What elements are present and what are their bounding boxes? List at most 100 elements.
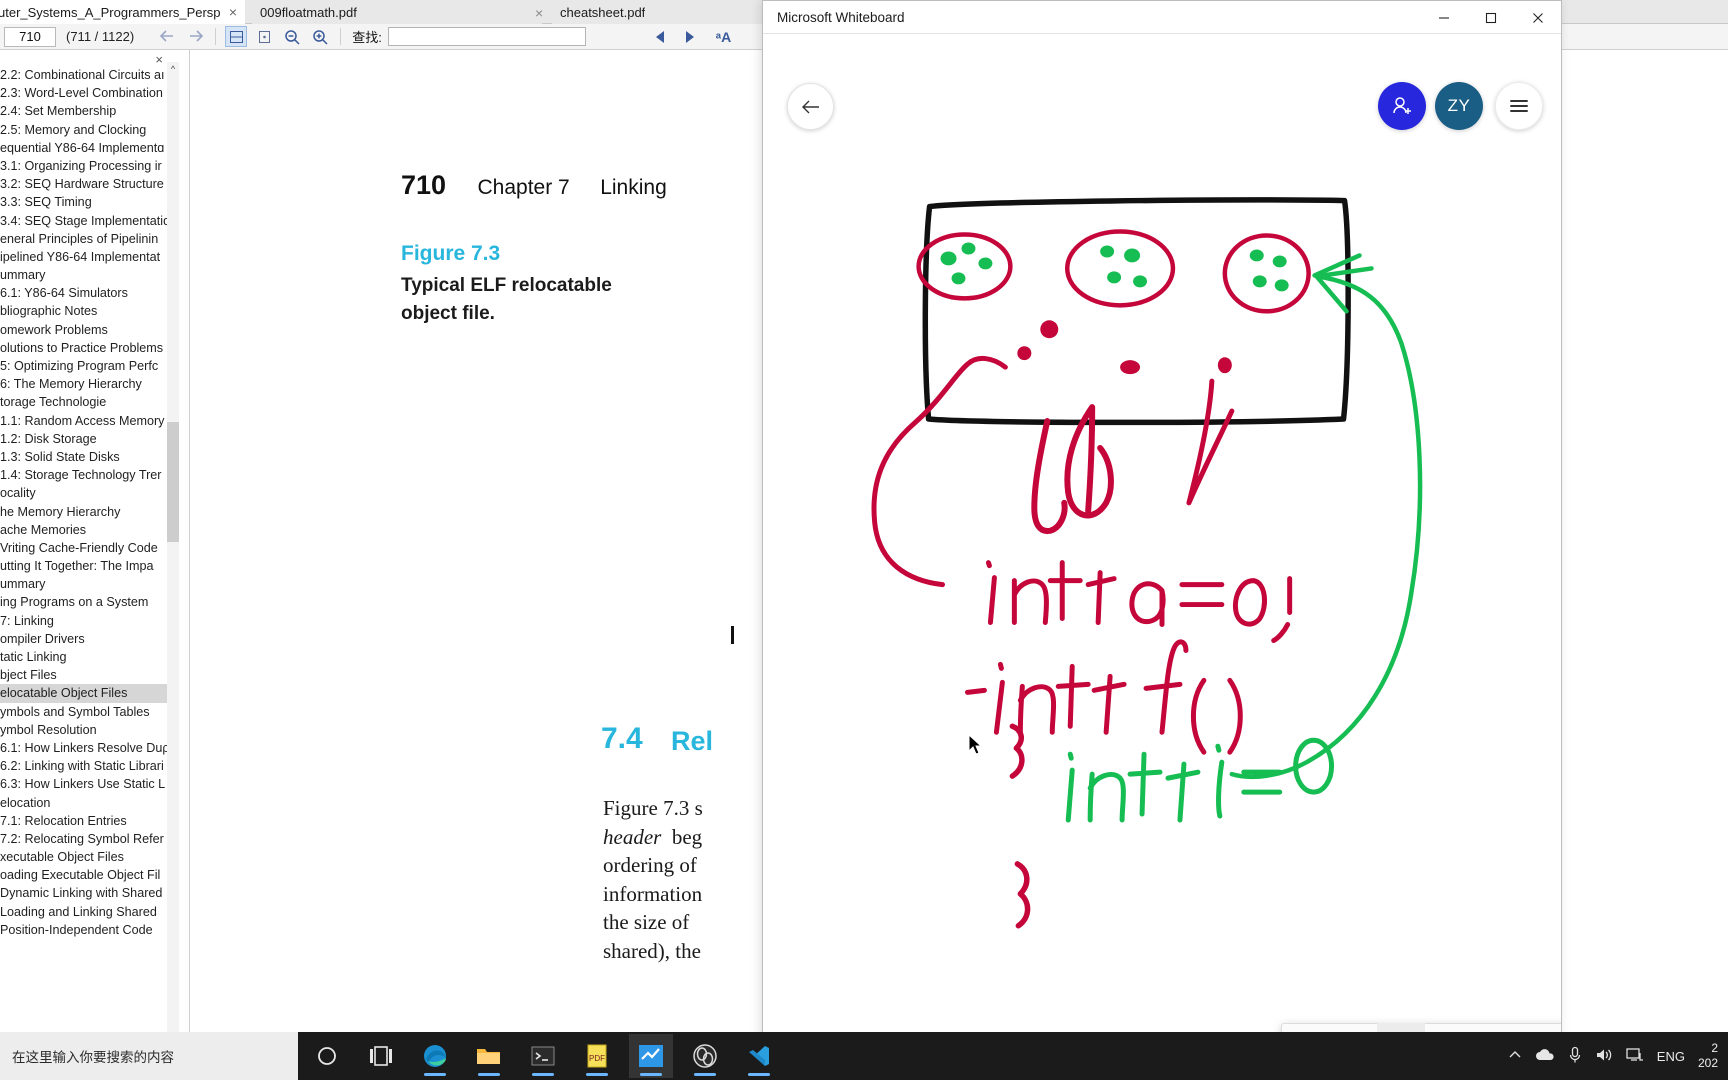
taskbar-apps: PDF (305, 1032, 781, 1080)
ink-red-dots (1017, 320, 1232, 375)
next-match-icon[interactable] (685, 30, 694, 43)
bookmark-item[interactable]: 1.2: Disk Storage (0, 430, 176, 448)
fit-page-icon[interactable] (225, 26, 248, 47)
bookmark-item[interactable]: equential Y86-64 Implementɑ (0, 139, 176, 157)
bookmark-item[interactable]: bject Files (0, 666, 176, 684)
bookmark-item[interactable]: Dynamic Linking with Shared (0, 884, 176, 902)
terminal-icon[interactable] (521, 1034, 565, 1078)
prev-match-icon[interactable] (655, 30, 664, 43)
bookmark-item[interactable]: he Memory Hierarchy (0, 503, 176, 521)
sidebar-scrollbar[interactable] (167, 62, 179, 1032)
bookmark-item[interactable]: ipelined Y86-64 Implementat (0, 248, 176, 266)
close-icon[interactable]: × (535, 5, 543, 21)
pdf-reader-icon[interactable]: PDF (575, 1034, 619, 1078)
ink-text-ld-l (1031, 418, 1068, 535)
tab-item-1[interactable]: 009floatmath.pdf (252, 0, 542, 24)
bookmark-item[interactable]: 3.1: Organizing Processing ir (0, 157, 176, 175)
close-button[interactable] (1514, 1, 1561, 34)
task-view-icon[interactable] (359, 1034, 403, 1078)
bookmark-item[interactable]: 5: Optimizing Program Perfc (0, 357, 176, 375)
language-indicator[interactable]: ENG (1657, 1049, 1685, 1064)
bookmark-item[interactable]: 6.3: How Linkers Use Static L (0, 775, 176, 793)
clock[interactable]: 2 202 (1698, 1041, 1718, 1071)
bookmark-item[interactable]: 1.3: Solid State Disks (0, 448, 176, 466)
ink-drawing (871, 197, 1423, 929)
bookmark-item[interactable]: 7: Linking (0, 612, 176, 630)
obs-icon[interactable] (683, 1034, 727, 1078)
minimize-button[interactable] (1420, 1, 1467, 34)
back-arrow-icon[interactable] (156, 26, 178, 47)
bookmark-item[interactable]: tatic Linking (0, 648, 176, 666)
microphone-icon[interactable] (1568, 1046, 1582, 1067)
bookmark-item[interactable]: ocality (0, 484, 176, 502)
running-indicator (424, 1073, 446, 1076)
svg-text:PDF: PDF (589, 1054, 605, 1063)
network-display-icon[interactable] (1626, 1047, 1644, 1066)
whiteboard-canvas-area[interactable]: ZY (763, 34, 1561, 1050)
cortana-icon[interactable] (305, 1034, 349, 1078)
find-input[interactable] (387, 27, 586, 46)
bookmark-item[interactable]: 3.4: SEQ Stage Implementatiɑ (0, 212, 176, 230)
close-icon[interactable]: × (229, 5, 237, 19)
bookmark-item[interactable]: 1.4: Storage Technology Trer (0, 466, 176, 484)
bookmark-item[interactable]: ing Programs on a System (0, 593, 176, 611)
bookmark-item[interactable]: xecutable Object Files (0, 848, 176, 866)
bookmark-item[interactable]: Vriting Cache-Friendly Code (0, 539, 176, 557)
bookmark-item[interactable]: 6.2: Linking with Static Librari (0, 757, 176, 775)
bookmark-item[interactable]: utting It Together: The Impa (0, 557, 176, 575)
bookmark-item[interactable]: ymbols and Symbol Tables (0, 703, 176, 721)
bookmark-item[interactable]: torage Technologie (0, 393, 176, 411)
bookmark-item[interactable]: olutions to Practice Problems (0, 339, 176, 357)
bookmark-item[interactable]: 2.2: Combinational Circuits aı (0, 66, 176, 84)
bookmark-item[interactable]: elocatable Object Files (0, 684, 176, 703)
fit-width-icon[interactable] (253, 26, 275, 47)
whiteboard-title-bar[interactable]: Microsoft Whiteboard (763, 1, 1561, 34)
bookmark-item[interactable]: ompiler Drivers (0, 630, 176, 648)
bookmark-item[interactable]: 6: The Memory Hierarchy (0, 375, 176, 393)
zoom-out-icon[interactable] (281, 26, 303, 47)
window-title: Microsoft Whiteboard (777, 10, 905, 25)
bookmark-item[interactable]: omework Problems (0, 321, 176, 339)
bookmark-item[interactable]: oading Executable Object Fil (0, 866, 176, 884)
vscode-icon[interactable] (737, 1034, 781, 1078)
bookmark-item[interactable]: 6.1: Y86-64 Simulators (0, 284, 176, 302)
bookmark-item[interactable]: elocation (0, 794, 176, 812)
bookmark-item[interactable]: 1.1: Random Access Memory (0, 412, 176, 430)
forward-arrow-icon[interactable] (184, 26, 206, 47)
ink-green-arrow (1229, 266, 1423, 780)
tab-label: 009floatmath.pdf (260, 4, 357, 20)
speaker-icon[interactable] (1595, 1047, 1613, 1066)
bookmark-item[interactable]: 2.4: Set Membership (0, 102, 176, 120)
bookmark-item[interactable]: 6.1: How Linkers Resolve Duρ (0, 739, 176, 757)
bookmark-item[interactable]: bliographic Notes (0, 302, 176, 320)
tab-item-0[interactable]: uter_Systems_A_Programmers_Perspec... × (0, 0, 245, 24)
sidebar-close-icon[interactable]: × (155, 52, 163, 67)
page-number-input[interactable]: 710 (4, 26, 56, 47)
text-select-icon[interactable]: ᵃA (716, 29, 731, 45)
bookmark-item[interactable]: 3.2: SEQ Hardware Structure (0, 175, 176, 193)
bookmark-item[interactable]: ache Memories (0, 521, 176, 539)
bookmark-item[interactable]: eneral Principles of Pipelinin (0, 230, 176, 248)
cloud-icon[interactable] (1535, 1048, 1555, 1065)
bookmark-item[interactable]: 2.3: Word-Level Combination (0, 84, 176, 102)
bookmark-item[interactable]: ymbol Resolution (0, 721, 176, 739)
maximize-button[interactable] (1467, 1, 1514, 34)
figure-caption: Typical ELF relocatable object file. (401, 275, 612, 324)
bookmark-item[interactable]: ummary (0, 266, 176, 284)
whiteboard-icon[interactable] (629, 1034, 673, 1078)
bookmark-item[interactable]: Position-Independent Code (0, 921, 176, 939)
edge-icon[interactable] (413, 1034, 457, 1078)
taskbar-search[interactable]: 在这里输入你要搜索的内容 (0, 1032, 298, 1080)
zoom-in-icon[interactable] (309, 26, 331, 47)
bookmark-item[interactable]: 2.5: Memory and Clocking (0, 121, 176, 139)
scrollbar-thumb[interactable] (167, 422, 179, 542)
file-explorer-icon[interactable] (467, 1034, 511, 1078)
bookmark-item[interactable]: Loading and Linking Shared (0, 903, 176, 921)
page-number: 710 (401, 170, 447, 200)
bookmark-item[interactable]: 7.1: Relocation Entries (0, 812, 176, 830)
chevron-up-icon[interactable] (1508, 1049, 1522, 1064)
chevron-up-icon[interactable]: ^ (167, 62, 179, 76)
bookmark-item[interactable]: ummary (0, 575, 176, 593)
bookmark-item[interactable]: 3.3: SEQ Timing (0, 193, 176, 211)
bookmark-item[interactable]: 7.2: Relocating Symbol Refer (0, 830, 176, 848)
